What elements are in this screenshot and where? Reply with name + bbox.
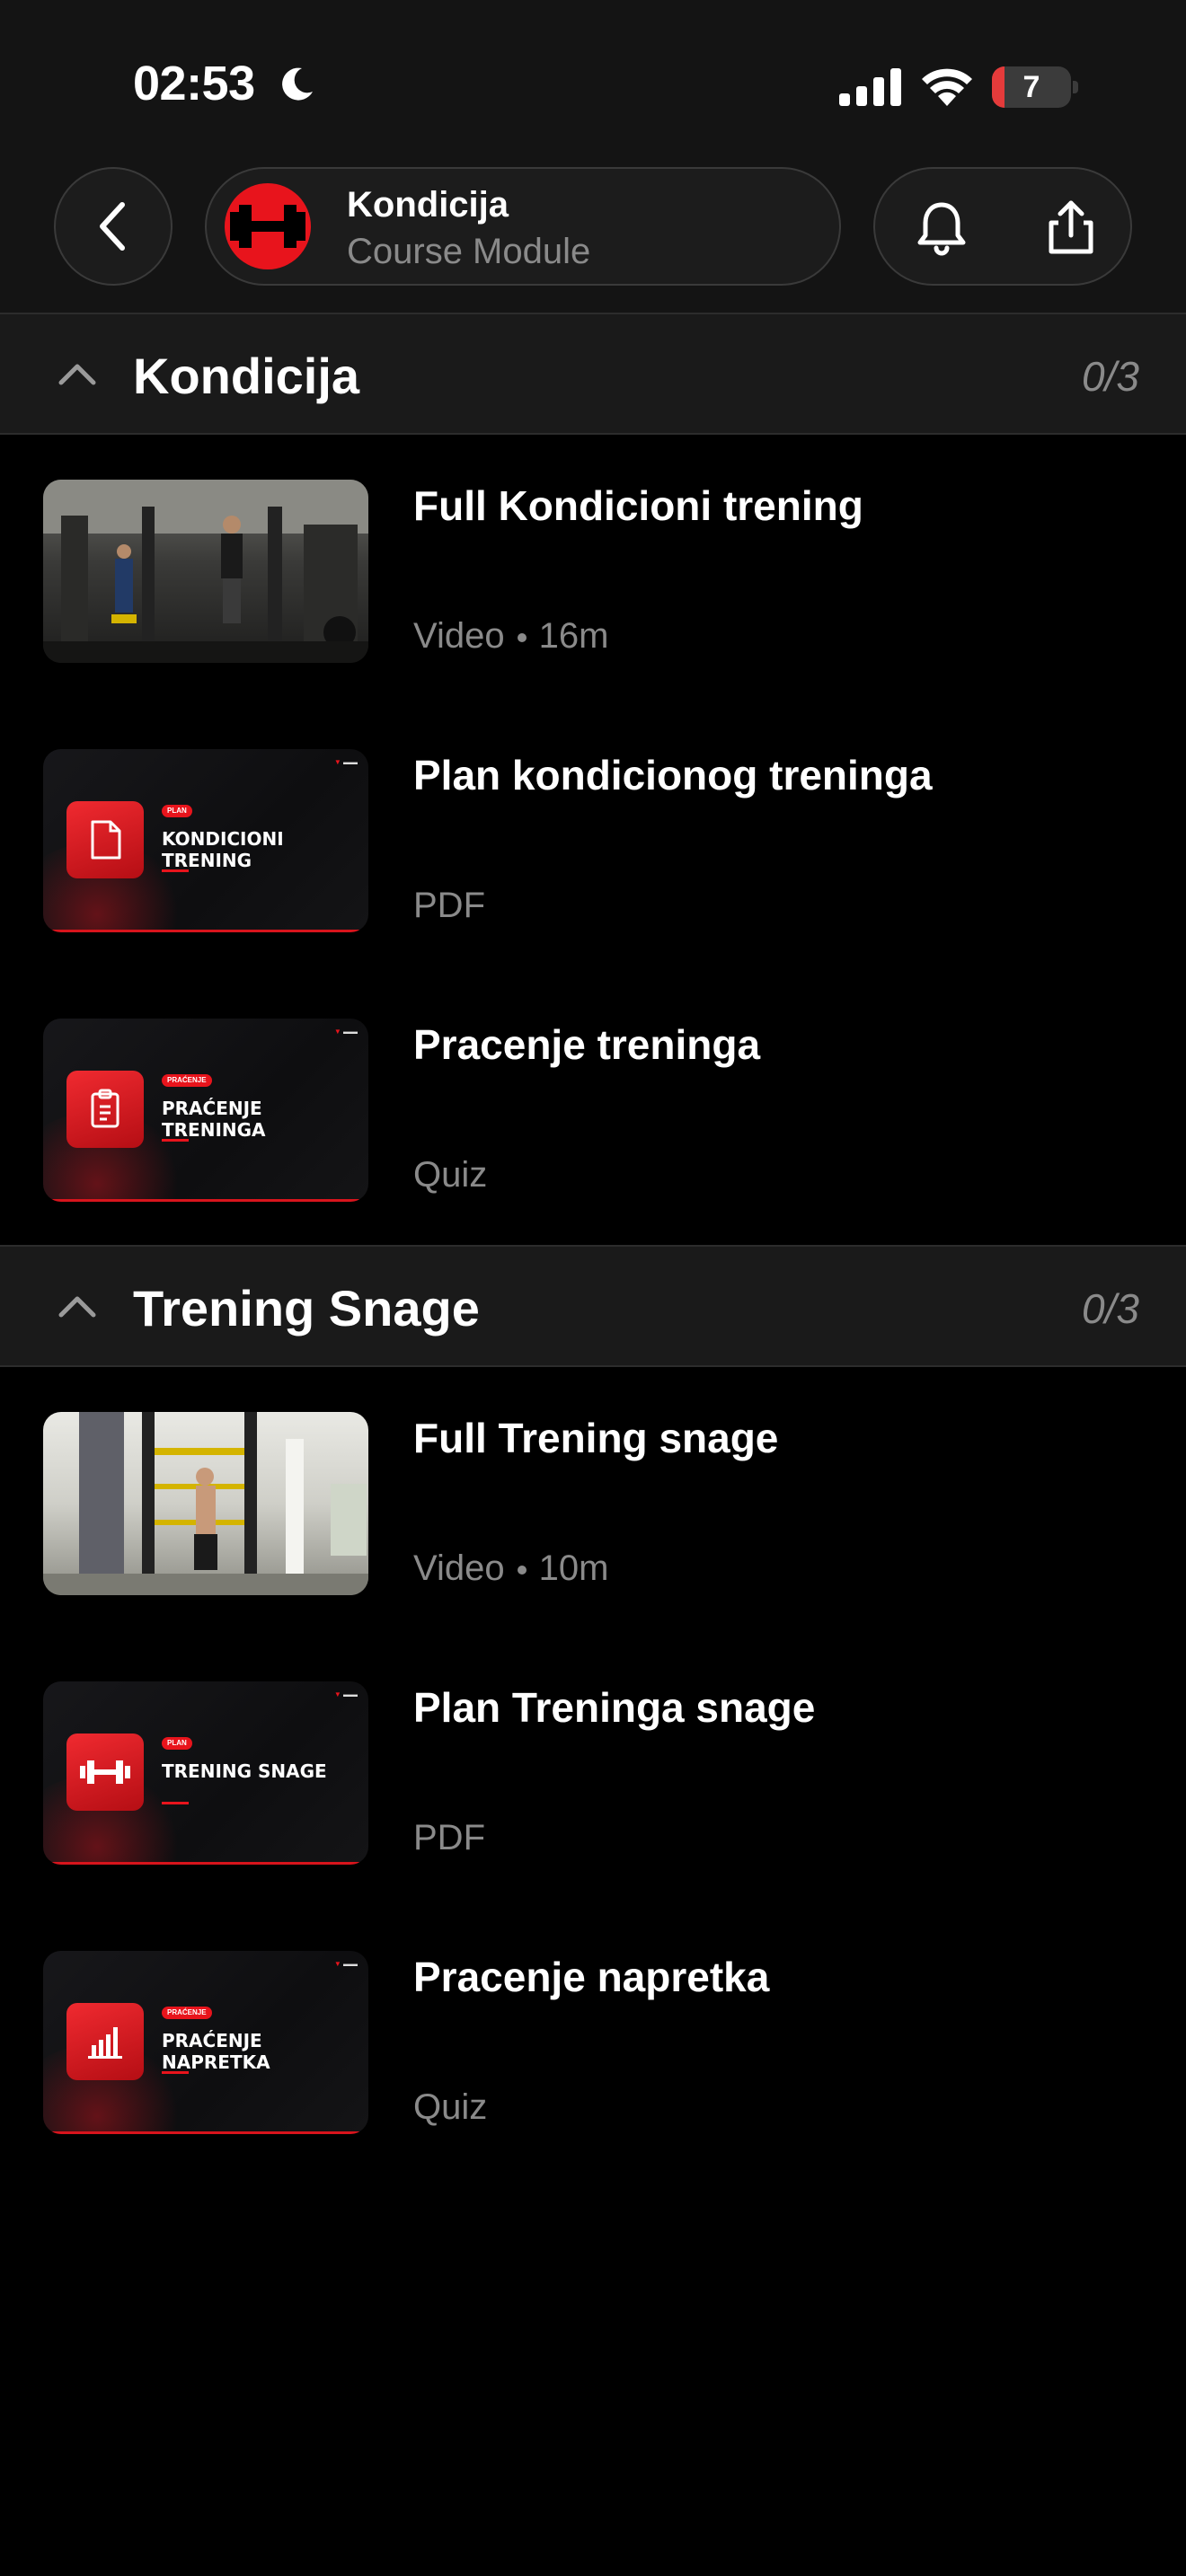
dumbbell-icon	[230, 205, 305, 248]
thumbnail-tag: PLAN	[162, 805, 192, 817]
thumbnail-brand-mark: ▼ ▬▬	[333, 758, 358, 766]
thumbnail-brand-mark: ▼ ▬▬	[333, 1028, 358, 1036]
header-actions	[873, 167, 1132, 286]
quiz-thumbnail: ▼ ▬▬ PRAĆENJE PRAĆENJE TRENINGA	[43, 1019, 368, 1202]
course-logo	[225, 183, 311, 269]
lesson-meta: Video 16m	[413, 616, 608, 657]
module-subtitle: Course Module	[347, 232, 591, 271]
thumbnail-label: KONDICIONI TRENING	[162, 828, 284, 871]
lesson-type: Video	[413, 616, 505, 656]
lesson-duration: 10m	[538, 1548, 609, 1588]
bell-icon[interactable]	[909, 196, 974, 260]
lesson-type: Video	[413, 1548, 505, 1588]
module-title-pill[interactable]: Kondicija Course Module	[205, 167, 841, 286]
section-header-kondicija[interactable]: Kondicija 0/3	[0, 313, 1186, 435]
wifi-icon	[922, 68, 972, 106]
thumbnail-label: TRENING SNAGE	[162, 1760, 327, 1782]
quiz-thumbnail: ▼ ▬▬ PRAĆENJE PRAĆENJE NAPRETKA	[43, 1951, 368, 2134]
cellular-signal-icon	[839, 68, 901, 106]
video-thumbnail	[43, 1412, 368, 1595]
section-title: Kondicija	[133, 348, 360, 404]
section-progress: 0/3	[1082, 353, 1139, 400]
thumbnail-brand-mark: ▼ ▬▬	[333, 1960, 358, 1968]
dumbbell-icon	[66, 1734, 144, 1811]
status-time: 02:53	[133, 57, 255, 110]
lesson-type: Quiz	[413, 1155, 488, 1195]
moon-icon	[282, 67, 313, 101]
lesson-type: Quiz	[413, 2087, 488, 2127]
thumbnail-label: PRAĆENJE NAPRETKA	[162, 2030, 270, 2073]
lesson-duration: 16m	[538, 616, 609, 656]
document-icon	[66, 801, 144, 878]
lesson-title: Pracenje treninga	[413, 1021, 761, 1068]
section-title: Trening Snage	[133, 1280, 480, 1337]
lesson-meta: Video 10m	[413, 1548, 608, 1589]
thumbnail-tag: PRAĆENJE	[162, 2007, 212, 2019]
thumbnail-tag: PLAN	[162, 1737, 192, 1750]
thumbnail-brand-mark: ▼ ▬▬	[333, 1690, 358, 1698]
back-button[interactable]	[54, 167, 173, 286]
lesson-title: Plan Treninga snage	[413, 1684, 816, 1731]
thumbnail-label: PRAĆENJE TRENINGA	[162, 1098, 266, 1141]
module-title: Kondicija	[347, 185, 509, 225]
lesson-type: PDF	[413, 1818, 485, 1857]
lesson-title: Full Trening snage	[413, 1415, 779, 1461]
lesson-title: Full Kondicioni trening	[413, 482, 863, 529]
meta-separator	[517, 633, 527, 643]
chevron-up-icon	[58, 1296, 96, 1318]
clipboard-icon	[66, 1071, 144, 1148]
lesson-item[interactable]: ▼ ▬▬ PLAN TRENING SNAGE Plan Treninga sn…	[0, 1638, 1186, 1868]
pdf-thumbnail: ▼ ▬▬ PLAN TRENING SNAGE	[43, 1681, 368, 1865]
lesson-item[interactable]: Full Kondicioni trening Video 16m	[0, 437, 1186, 666]
lesson-title: Pracenje napretka	[413, 1954, 770, 2000]
section-header-trening-snage[interactable]: Trening Snage 0/3	[0, 1245, 1186, 1367]
video-thumbnail	[43, 480, 368, 663]
lesson-item[interactable]: ▼ ▬▬ PRAĆENJE PRAĆENJE TRENINGA Pracenje…	[0, 975, 1186, 1205]
pdf-thumbnail: ▼ ▬▬ PLAN KONDICIONI TRENING	[43, 749, 368, 932]
section-progress: 0/3	[1082, 1285, 1139, 1332]
battery-percentage: 7	[1022, 70, 1040, 104]
top-bar: 02:53 7 Kondicija Course Module	[0, 0, 1186, 313]
lesson-item[interactable]: ▼ ▬▬ PLAN KONDICIONI TRENING Plan kondic…	[0, 706, 1186, 936]
lesson-type: PDF	[413, 886, 485, 925]
lesson-item[interactable]: ▼ ▬▬ PRAĆENJE PRAĆENJE NAPRETKA Pracenje…	[0, 1908, 1186, 2138]
lesson-item[interactable]: Full Trening snage Video 10m	[0, 1369, 1186, 1599]
thumbnail-tag: PRAĆENJE	[162, 1074, 212, 1087]
share-icon[interactable]	[1039, 196, 1103, 260]
bar-chart-icon	[66, 2003, 144, 2080]
chevron-up-icon	[58, 364, 96, 385]
battery-indicator: 7	[992, 66, 1078, 108]
chevron-left-icon	[100, 202, 125, 251]
lesson-title: Plan kondicionog treninga	[413, 752, 933, 798]
meta-separator	[517, 1566, 527, 1575]
